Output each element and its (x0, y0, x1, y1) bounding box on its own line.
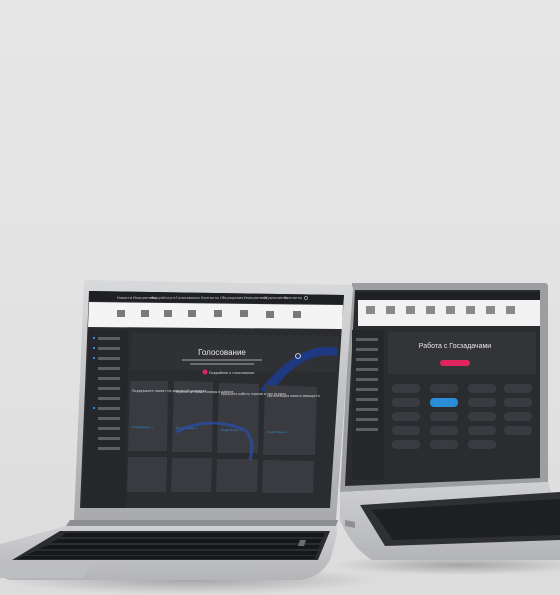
left-keyboard (12, 531, 330, 560)
right-hero-title: Работа с Госзадачами (419, 342, 491, 350)
nav-item-6[interactable]: Обсуждения (220, 296, 243, 300)
left-laptop: Новости Инициативы Форум Услуги Голосова… (0, 280, 353, 580)
nav-item-2[interactable]: Форум (151, 296, 163, 300)
nav-item-4[interactable]: Голосования (176, 296, 200, 300)
right-hero-button[interactable] (440, 360, 470, 366)
left-hero-title: Голосование (198, 348, 246, 357)
left-hero-button-icon[interactable] (202, 369, 208, 375)
nav-item-5[interactable]: Контакты (201, 296, 219, 300)
laptops-scene: Работа с Госзадачами Новости Инициативы … (0, 280, 560, 594)
nav-item-9[interactable]: Контакты (284, 296, 302, 300)
card-3-link[interactable]: Подробнее → (267, 430, 288, 434)
card-3-title: Организация нового маршрута (267, 394, 320, 398)
nav-item-3[interactable]: Услуги (163, 296, 175, 300)
card-0-link[interactable]: Подробнее → (132, 425, 153, 429)
left-screen: Новости Инициативы Форум Услуги Голосова… (80, 291, 344, 508)
left-hero-button[interactable]: Подробнее о голосовании (209, 371, 254, 375)
right-screen: Работа с Госзадачами (345, 290, 540, 486)
nav-item-0[interactable]: Новости (117, 296, 132, 300)
right-laptop: Работа с Госзадачами (340, 283, 560, 560)
